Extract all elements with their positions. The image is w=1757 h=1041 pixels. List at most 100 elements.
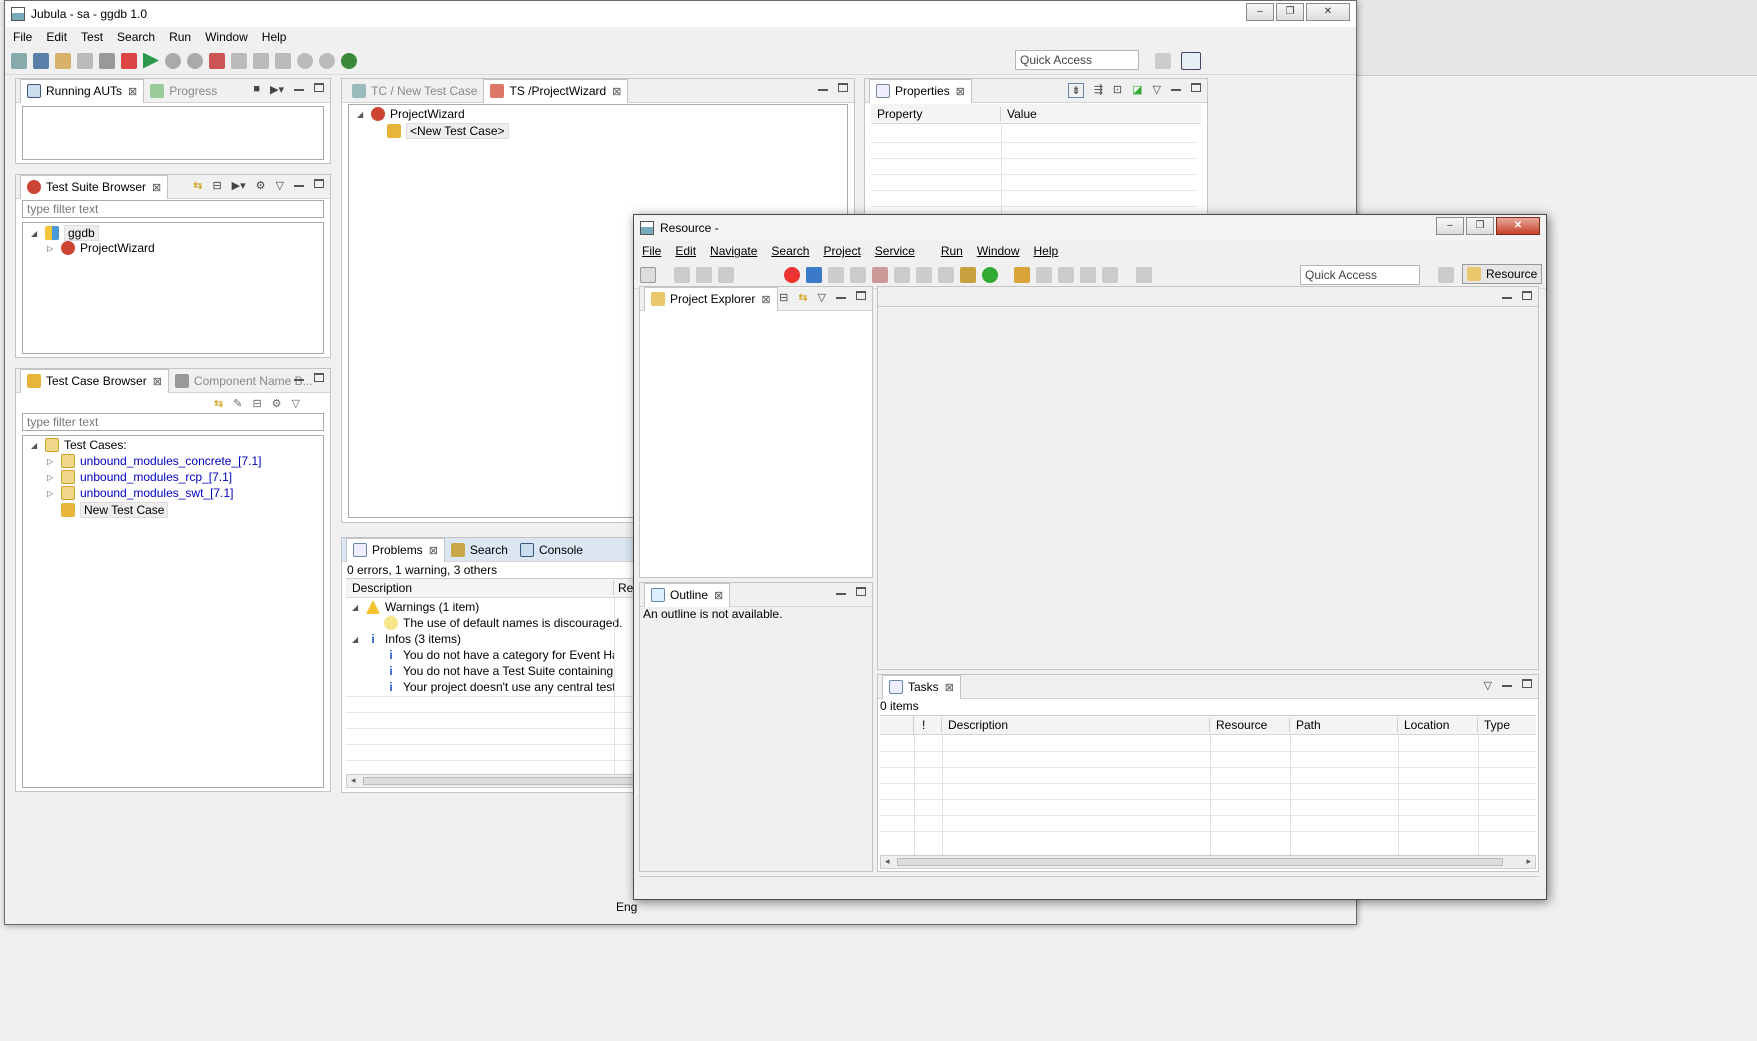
suspend-icon[interactable] [850, 266, 866, 283]
col-path[interactable]: Path [1290, 718, 1398, 732]
menu-navigate[interactable]: Navigate [710, 244, 757, 258]
col-priority[interactable]: ! [914, 718, 942, 732]
close-icon[interactable]: ⊠ [153, 375, 162, 388]
minimize-icon[interactable] [294, 89, 304, 91]
next-annotation-icon[interactable] [1036, 266, 1052, 283]
tab-progress[interactable]: Progress [144, 79, 223, 103]
scroll-left-icon[interactable]: ◂ [885, 856, 890, 867]
col-checkbox[interactable] [880, 715, 914, 735]
save-all-icon[interactable] [696, 266, 712, 283]
scroll-left-icon[interactable]: ◂ [351, 775, 356, 786]
run-suite-icon[interactable]: ▶▾ [232, 179, 246, 192]
maximize-icon[interactable] [856, 291, 866, 300]
tab-editor-new-test-case[interactable]: TC / New Test Case [346, 79, 483, 103]
close-icon[interactable]: ⊠ [152, 181, 161, 194]
scrollbar-thumb[interactable] [363, 777, 639, 785]
expand-arrow-icon[interactable]: ◢ [352, 603, 362, 612]
run-green-icon[interactable] [982, 266, 998, 283]
filter-icon[interactable]: ⚙ [256, 179, 266, 192]
tree-node-projectwizard[interactable]: ▷ ProjectWizard [47, 241, 155, 255]
tree-node-projectwizard-root[interactable]: ◢ ProjectWizard [357, 107, 465, 121]
info-row[interactable]: i You do not have a Test Suite containing… [384, 664, 614, 678]
print-icon[interactable] [718, 266, 734, 283]
stop-icon[interactable] [187, 52, 203, 69]
menu-run[interactable]: Run [941, 244, 963, 258]
menu-help[interactable]: Help [262, 30, 287, 44]
tab-editor-projectwizard[interactable]: TS /ProjectWizard ⊠ [483, 78, 629, 103]
categories-icon[interactable]: ⇟ [1068, 83, 1084, 98]
forward-icon[interactable] [1102, 266, 1118, 283]
menu-edit[interactable]: Edit [46, 30, 67, 44]
link-editor-icon[interactable]: ⇆ [214, 397, 223, 410]
menu-project[interactable]: Project [823, 244, 860, 258]
step-over-icon[interactable] [916, 266, 932, 283]
menu-test[interactable]: Test [81, 30, 103, 44]
restore-button[interactable]: ❐ [1466, 217, 1494, 235]
pin-icon[interactable]: ◪ [1132, 83, 1142, 98]
tab-tasks[interactable]: Tasks ⊠ [882, 674, 961, 699]
open-perspective-icon[interactable] [1438, 267, 1454, 283]
horizontal-scrollbar[interactable]: ◂ [346, 774, 639, 788]
collapse-all-icon[interactable]: ⊟ [212, 179, 221, 192]
maximize-icon[interactable] [856, 587, 866, 596]
tab-search[interactable]: Search [445, 538, 514, 562]
warnings-group[interactable]: ◢ Warnings (1 item) [352, 600, 479, 614]
view-menu-icon[interactable]: ▽ [1153, 83, 1161, 98]
scroll-right-icon[interactable]: ▸ [1526, 856, 1531, 867]
tree-node-new-test-case[interactable]: New Test Case [61, 502, 169, 518]
tool-blue-icon[interactable] [806, 266, 822, 283]
tab-test-case-browser[interactable]: Test Case Browser ⊠ [20, 368, 169, 393]
save-icon[interactable] [11, 52, 27, 69]
tree-node-new-test-case-ref[interactable]: <New Test Case> [387, 123, 509, 139]
target2-icon[interactable] [319, 52, 335, 69]
restore-defaults-icon[interactable]: ⊡ [1113, 83, 1122, 98]
test-case-tree[interactable]: ◢ Test Cases: ▷ unbound_modules_concrete_[… [22, 435, 324, 788]
table-icon[interactable] [55, 52, 71, 69]
maximize-icon[interactable] [314, 83, 324, 92]
menu-window[interactable]: Window [205, 30, 248, 44]
col-description[interactable]: Description [346, 581, 614, 595]
menu-run[interactable]: Run [169, 30, 191, 44]
close-icon[interactable]: ⊠ [956, 85, 965, 98]
expand-arrow-icon[interactable]: ◢ [31, 229, 41, 238]
col-property[interactable]: Property [871, 106, 1001, 121]
main-title-bar[interactable]: Jubula - sa - ggdb 1.0 – ❐ ✕ [5, 1, 1356, 27]
expand-arrow-icon[interactable]: ◢ [357, 110, 367, 119]
save-icon[interactable] [674, 266, 690, 283]
tab-problems[interactable]: Problems ⊠ [346, 537, 445, 562]
globe-icon[interactable] [341, 52, 357, 69]
maximize-icon[interactable] [314, 373, 324, 382]
step-into-icon[interactable] [894, 266, 910, 283]
minimize-icon[interactable] [818, 89, 828, 91]
tree-node-category[interactable]: ▷ unbound_modules_swt_[7.1] [47, 486, 233, 500]
jubula-perspective-icon[interactable] [1181, 52, 1201, 70]
close-icon[interactable]: ⊠ [714, 589, 723, 602]
close-button[interactable]: ✕ [1496, 217, 1540, 235]
pin-editor-icon[interactable] [1136, 266, 1152, 283]
tree-node-ggdb[interactable]: ◢ ggdb [31, 225, 99, 241]
view-menu-icon[interactable]: ▽ [276, 179, 284, 192]
pause-icon[interactable] [165, 52, 181, 69]
menu-file[interactable]: File [642, 244, 661, 258]
target-icon[interactable] [297, 52, 313, 69]
minimize-icon[interactable] [836, 297, 846, 299]
close-icon[interactable]: ⊠ [128, 85, 137, 98]
save-all-icon[interactable] [33, 52, 49, 69]
close-icon[interactable]: ⊠ [945, 681, 954, 694]
col-location[interactable]: Location [1398, 718, 1478, 732]
stop-aut-icon[interactable]: ■ [253, 83, 260, 96]
edit-icon[interactable]: ✎ [233, 397, 242, 410]
tree-node-category[interactable]: ▷ unbound_modules_concrete_[7.1] [47, 454, 261, 468]
debug-icon[interactable] [960, 266, 976, 283]
quick-access-input[interactable]: Quick Access [1015, 50, 1139, 70]
quick-access-input[interactable]: Quick Access [1300, 265, 1420, 285]
col-value[interactable]: Value [1001, 107, 1037, 121]
object-mapping-icon[interactable] [253, 52, 269, 69]
minimize-button[interactable]: – [1436, 217, 1464, 235]
tab-console[interactable]: Console [514, 538, 589, 562]
close-icon[interactable]: ⊠ [612, 85, 621, 98]
collapse-all-icon[interactable]: ⊟ [779, 291, 788, 304]
open-perspective-icon[interactable] [1155, 53, 1171, 69]
menu-service[interactable]: Service [875, 244, 915, 258]
warning-row[interactable]: The use of default names is discouraged. [384, 616, 622, 630]
